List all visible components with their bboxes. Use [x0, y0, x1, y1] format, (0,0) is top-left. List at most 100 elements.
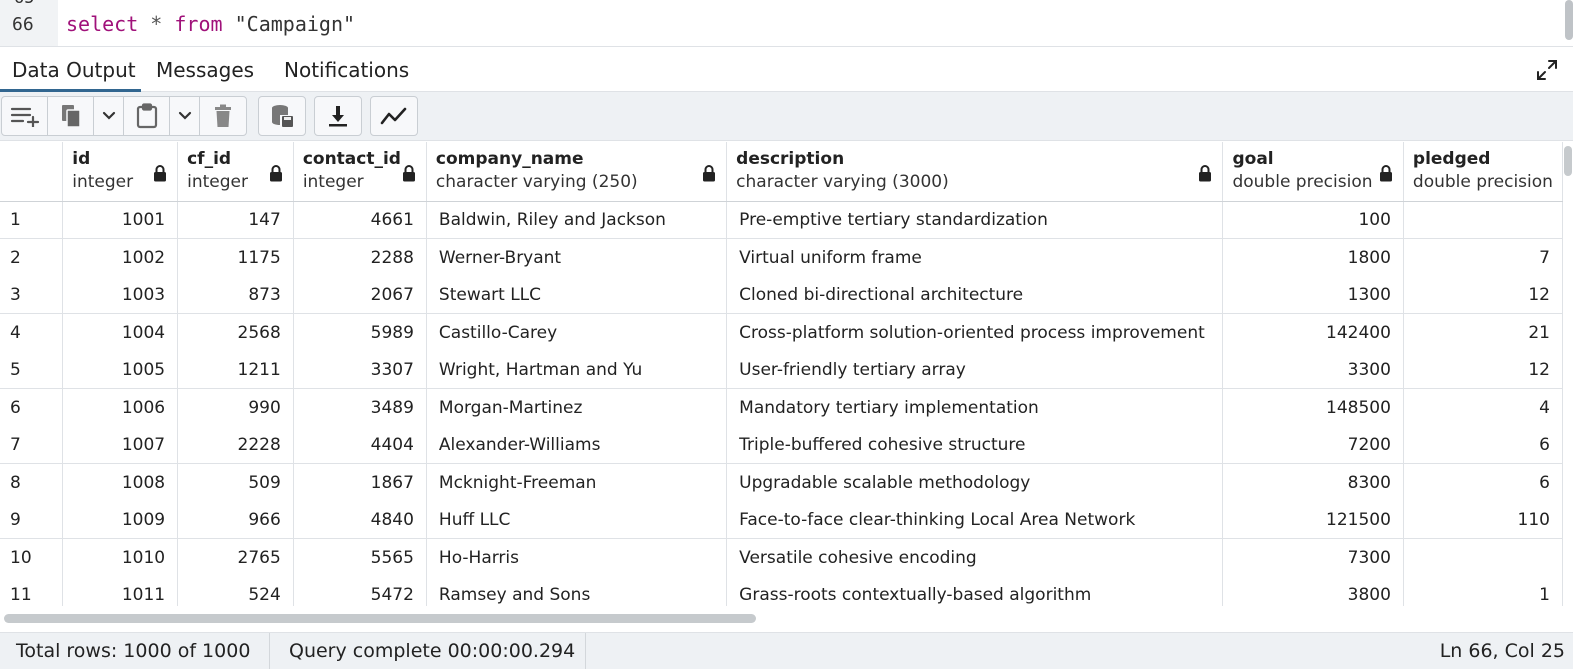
- cell-pledged[interactable]: 12: [1403, 351, 1563, 389]
- download-button[interactable]: [315, 97, 361, 135]
- cell-id[interactable]: 1011: [62, 576, 179, 606]
- tab-data-output[interactable]: Data Output: [12, 58, 136, 82]
- table-row[interactable]: 8 1008 509 1867 Mcknight-Freeman Upgradable s…: [0, 463, 1563, 501]
- cell-cf-id[interactable]: 1175: [177, 238, 294, 276]
- cell-goal[interactable]: 8300: [1222, 463, 1404, 501]
- cell-id[interactable]: 1009: [62, 501, 179, 539]
- table-row[interactable]: 7 1007 2228 4404 Alexander-Williams Triple-bu…: [0, 426, 1563, 464]
- cell-pledged[interactable]: 110: [1403, 501, 1563, 539]
- row-number[interactable]: 10: [0, 538, 64, 576]
- copy-button[interactable]: [48, 97, 94, 135]
- cell-company-name[interactable]: Baldwin, Riley and Jackson: [426, 201, 728, 239]
- grid-vertical-scrollbar[interactable]: [1563, 142, 1573, 632]
- column-header-cf-id[interactable]: cf_id integer: [177, 142, 294, 202]
- cell-company-name[interactable]: Wright, Hartman and Yu: [426, 351, 728, 389]
- tab-notifications[interactable]: Notifications: [284, 58, 409, 82]
- column-header-description[interactable]: description character varying (3000): [726, 142, 1224, 202]
- row-number[interactable]: 4: [0, 313, 64, 351]
- cell-pledged[interactable]: 21: [1403, 313, 1563, 351]
- row-number[interactable]: 1: [0, 201, 64, 239]
- row-number[interactable]: 3: [0, 276, 64, 314]
- cell-cf-id[interactable]: 1211: [177, 351, 294, 389]
- cell-cf-id[interactable]: 2228: [177, 426, 294, 464]
- cell-company-name[interactable]: Ramsey and Sons: [426, 576, 728, 606]
- cell-pledged[interactable]: 7: [1403, 238, 1563, 276]
- cell-company-name[interactable]: Castillo-Carey: [426, 313, 728, 351]
- row-number[interactable]: 11: [0, 576, 64, 606]
- cell-id[interactable]: 1010: [62, 538, 179, 576]
- row-number[interactable]: 2: [0, 238, 64, 276]
- cell-goal[interactable]: 3800: [1222, 576, 1404, 606]
- cell-goal[interactable]: 3300: [1222, 351, 1404, 389]
- cell-pledged[interactable]: 1: [1403, 576, 1563, 606]
- graph-visualiser-button[interactable]: [371, 97, 417, 135]
- row-number[interactable]: 5: [0, 351, 64, 389]
- paste-button[interactable]: [124, 97, 170, 135]
- table-row[interactable]: 4 1004 2568 5989 Castillo-Carey Cross-platfor…: [0, 313, 1563, 351]
- cell-id[interactable]: 1005: [62, 351, 179, 389]
- cell-id[interactable]: 1008: [62, 463, 179, 501]
- cell-description[interactable]: Upgradable scalable methodology: [726, 463, 1224, 501]
- cell-company-name[interactable]: Ho-Harris: [426, 538, 728, 576]
- cell-id[interactable]: 1004: [62, 313, 179, 351]
- row-number[interactable]: 8: [0, 463, 64, 501]
- table-row[interactable]: 2 1002 1175 2288 Werner-Bryant Virtual unifor…: [0, 238, 1563, 276]
- editor-scrollbar[interactable]: [1565, 0, 1573, 40]
- table-row[interactable]: 10 1010 2765 5565 Ho-Harris Versatile cohesiv…: [0, 538, 1563, 576]
- cell-description[interactable]: Triple-buffered cohesive structure: [726, 426, 1224, 464]
- cell-id[interactable]: 1002: [62, 238, 179, 276]
- column-header-goal[interactable]: goal double precision: [1222, 142, 1404, 202]
- cell-description[interactable]: Mandatory tertiary implementation: [726, 388, 1224, 426]
- row-number[interactable]: 7: [0, 426, 64, 464]
- cell-contact-id[interactable]: 3307: [293, 351, 427, 389]
- cell-pledged[interactable]: 6: [1403, 426, 1563, 464]
- row-number[interactable]: 9: [0, 501, 64, 539]
- query-editor[interactable]: 65 66 select * from "Campaign": [0, 0, 1573, 46]
- cell-goal[interactable]: 142400: [1222, 313, 1404, 351]
- cell-contact-id[interactable]: 2067: [293, 276, 427, 314]
- cell-contact-id[interactable]: 4404: [293, 426, 427, 464]
- add-row-button[interactable]: [2, 97, 48, 135]
- paste-options-button[interactable]: [170, 97, 200, 135]
- cell-cf-id[interactable]: 873: [177, 276, 294, 314]
- cell-goal[interactable]: 121500: [1222, 501, 1404, 539]
- cell-pledged[interactable]: 6: [1403, 463, 1563, 501]
- table-row[interactable]: 1 1001 147 4661 Baldwin, Riley and Jackson Pr…: [0, 201, 1563, 239]
- cell-contact-id[interactable]: 4840: [293, 501, 427, 539]
- grid-vertical-scroll-thumb[interactable]: [1564, 146, 1572, 176]
- cell-company-name[interactable]: Mcknight-Freeman: [426, 463, 728, 501]
- cell-cf-id[interactable]: 147: [177, 201, 294, 239]
- cell-pledged[interactable]: [1403, 538, 1563, 576]
- cell-contact-id[interactable]: 5989: [293, 313, 427, 351]
- cell-description[interactable]: Versatile cohesive encoding: [726, 538, 1224, 576]
- cell-goal[interactable]: 1800: [1222, 238, 1404, 276]
- cell-contact-id[interactable]: 3489: [293, 388, 427, 426]
- copy-options-button[interactable]: [94, 97, 124, 135]
- cell-pledged[interactable]: 12: [1403, 276, 1563, 314]
- cell-pledged[interactable]: [1403, 201, 1563, 239]
- cell-company-name[interactable]: Alexander-Williams: [426, 426, 728, 464]
- table-row[interactable]: 9 1009 966 4840 Huff LLC Face-to-face clear-t…: [0, 501, 1563, 539]
- save-data-button[interactable]: [259, 97, 305, 135]
- column-header-id[interactable]: id integer: [62, 142, 179, 202]
- cell-goal[interactable]: 100: [1222, 201, 1404, 239]
- cell-goal[interactable]: 1300: [1222, 276, 1404, 314]
- cell-cf-id[interactable]: 2765: [177, 538, 294, 576]
- cell-id[interactable]: 1001: [62, 201, 179, 239]
- cell-contact-id[interactable]: 5472: [293, 576, 427, 606]
- expand-icon[interactable]: [1535, 58, 1559, 82]
- cell-goal[interactable]: 7300: [1222, 538, 1404, 576]
- cell-goal[interactable]: 148500: [1222, 388, 1404, 426]
- delete-row-button[interactable]: [200, 97, 246, 135]
- column-header-pledged[interactable]: pledged double precision: [1403, 142, 1563, 202]
- tab-messages[interactable]: Messages: [156, 58, 254, 82]
- table-row[interactable]: 6 1006 990 3489 Morgan-Martinez Mandatory ter…: [0, 388, 1563, 426]
- table-row[interactable]: 11 1011 524 5472 Ramsey and Sons Grass-roots …: [0, 576, 1563, 606]
- data-grid[interactable]: id integer cf_id integer contact_id integer co…: [0, 142, 1563, 606]
- cell-id[interactable]: 1003: [62, 276, 179, 314]
- cell-contact-id[interactable]: 5565: [293, 538, 427, 576]
- table-row[interactable]: 5 1005 1211 3307 Wright, Hartman and Yu User-…: [0, 351, 1563, 389]
- cell-company-name[interactable]: Werner-Bryant: [426, 238, 728, 276]
- cell-contact-id[interactable]: 2288: [293, 238, 427, 276]
- code-line[interactable]: select * from "Campaign": [66, 12, 355, 36]
